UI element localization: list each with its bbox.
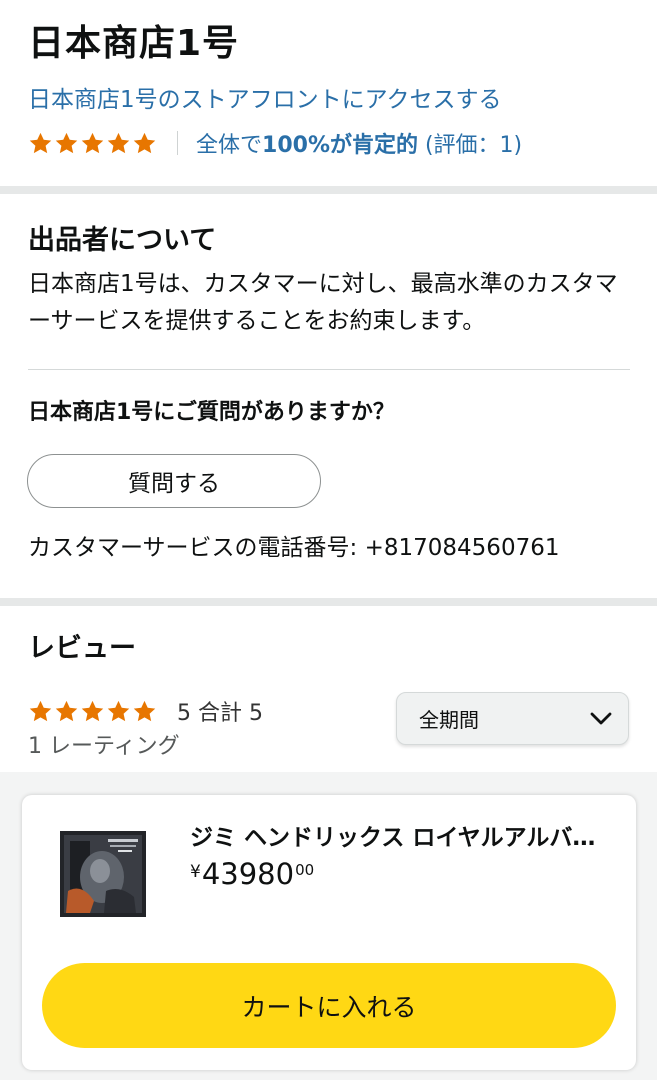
period-filter-dropdown[interactable]: 全期間 (396, 692, 629, 745)
section-separator (0, 598, 657, 606)
storefront-link[interactable]: 日本商店1号のストアフロントにアクセスする (28, 80, 501, 114)
add-to-cart-button[interactable]: カートに入れる (42, 963, 616, 1048)
seller-page: 日本商店1号 日本商店1号のストアフロントにアクセスする 全体で100%が肯定的… (0, 0, 657, 1080)
rating-count-text: (評価：1) (417, 133, 523, 158)
review-stars-row: 5 合計 5 (28, 696, 263, 726)
star-icon (55, 700, 78, 721)
star-icon (107, 700, 130, 721)
about-seller-title: 出品者について (28, 225, 217, 256)
star-icon (29, 132, 52, 153)
review-rating-stars (28, 699, 157, 724)
album-cover-icon[interactable] (60, 831, 146, 917)
star-icon (133, 132, 156, 153)
store-title: 日本商店1号 (28, 23, 240, 64)
rating-divider (177, 131, 178, 155)
star-icon (107, 132, 130, 153)
customer-service-phone: カスタマーサービスの電話番号: +817084560761 (28, 535, 560, 561)
about-seller-description: 日本商店1号は、カスタマーに対し、最高水準のカスタマーサービスを提供することをお… (28, 271, 618, 334)
star-icon (133, 700, 156, 721)
star-icon (81, 132, 104, 153)
seller-rating-text[interactable]: 全体で100%が肯定的 (評価：1) (196, 127, 522, 159)
divider (28, 369, 630, 370)
price-whole: 43980 (201, 857, 295, 891)
price-fraction: 00 (295, 861, 315, 879)
product-price: ¥ 43980 00 (190, 857, 314, 891)
product-card[interactable]: ジミ ヘンドリックス ロイヤルアルバート ホール 1969 ¥ 43980 00… (22, 795, 636, 1070)
rating-count: 1 レーティング (28, 734, 180, 759)
review-score: 5 合計 5 (177, 701, 263, 726)
price-symbol: ¥ (190, 862, 201, 882)
rating-prefix: 全体で (196, 133, 263, 158)
product-title[interactable]: ジミ ヘンドリックス ロイヤルアルバート ホール 1969 (190, 818, 610, 852)
star-icon (29, 700, 52, 721)
star-icon (81, 700, 104, 721)
chevron-down-icon (590, 712, 612, 724)
rating-percentage: 100%が肯定的 (262, 133, 418, 158)
period-selected-value: 全期間 (419, 708, 479, 732)
seller-rating-stars (28, 131, 157, 156)
question-title: 日本商店1号にご質問がありますか？ (28, 400, 395, 425)
seller-rating-row[interactable]: 全体で100%が肯定的 (評価：1) (28, 126, 522, 160)
star-icon (55, 132, 78, 153)
section-separator (0, 186, 657, 194)
reviews-title: レビュー (28, 633, 136, 664)
ask-question-button[interactable]: 質問する (27, 454, 321, 508)
